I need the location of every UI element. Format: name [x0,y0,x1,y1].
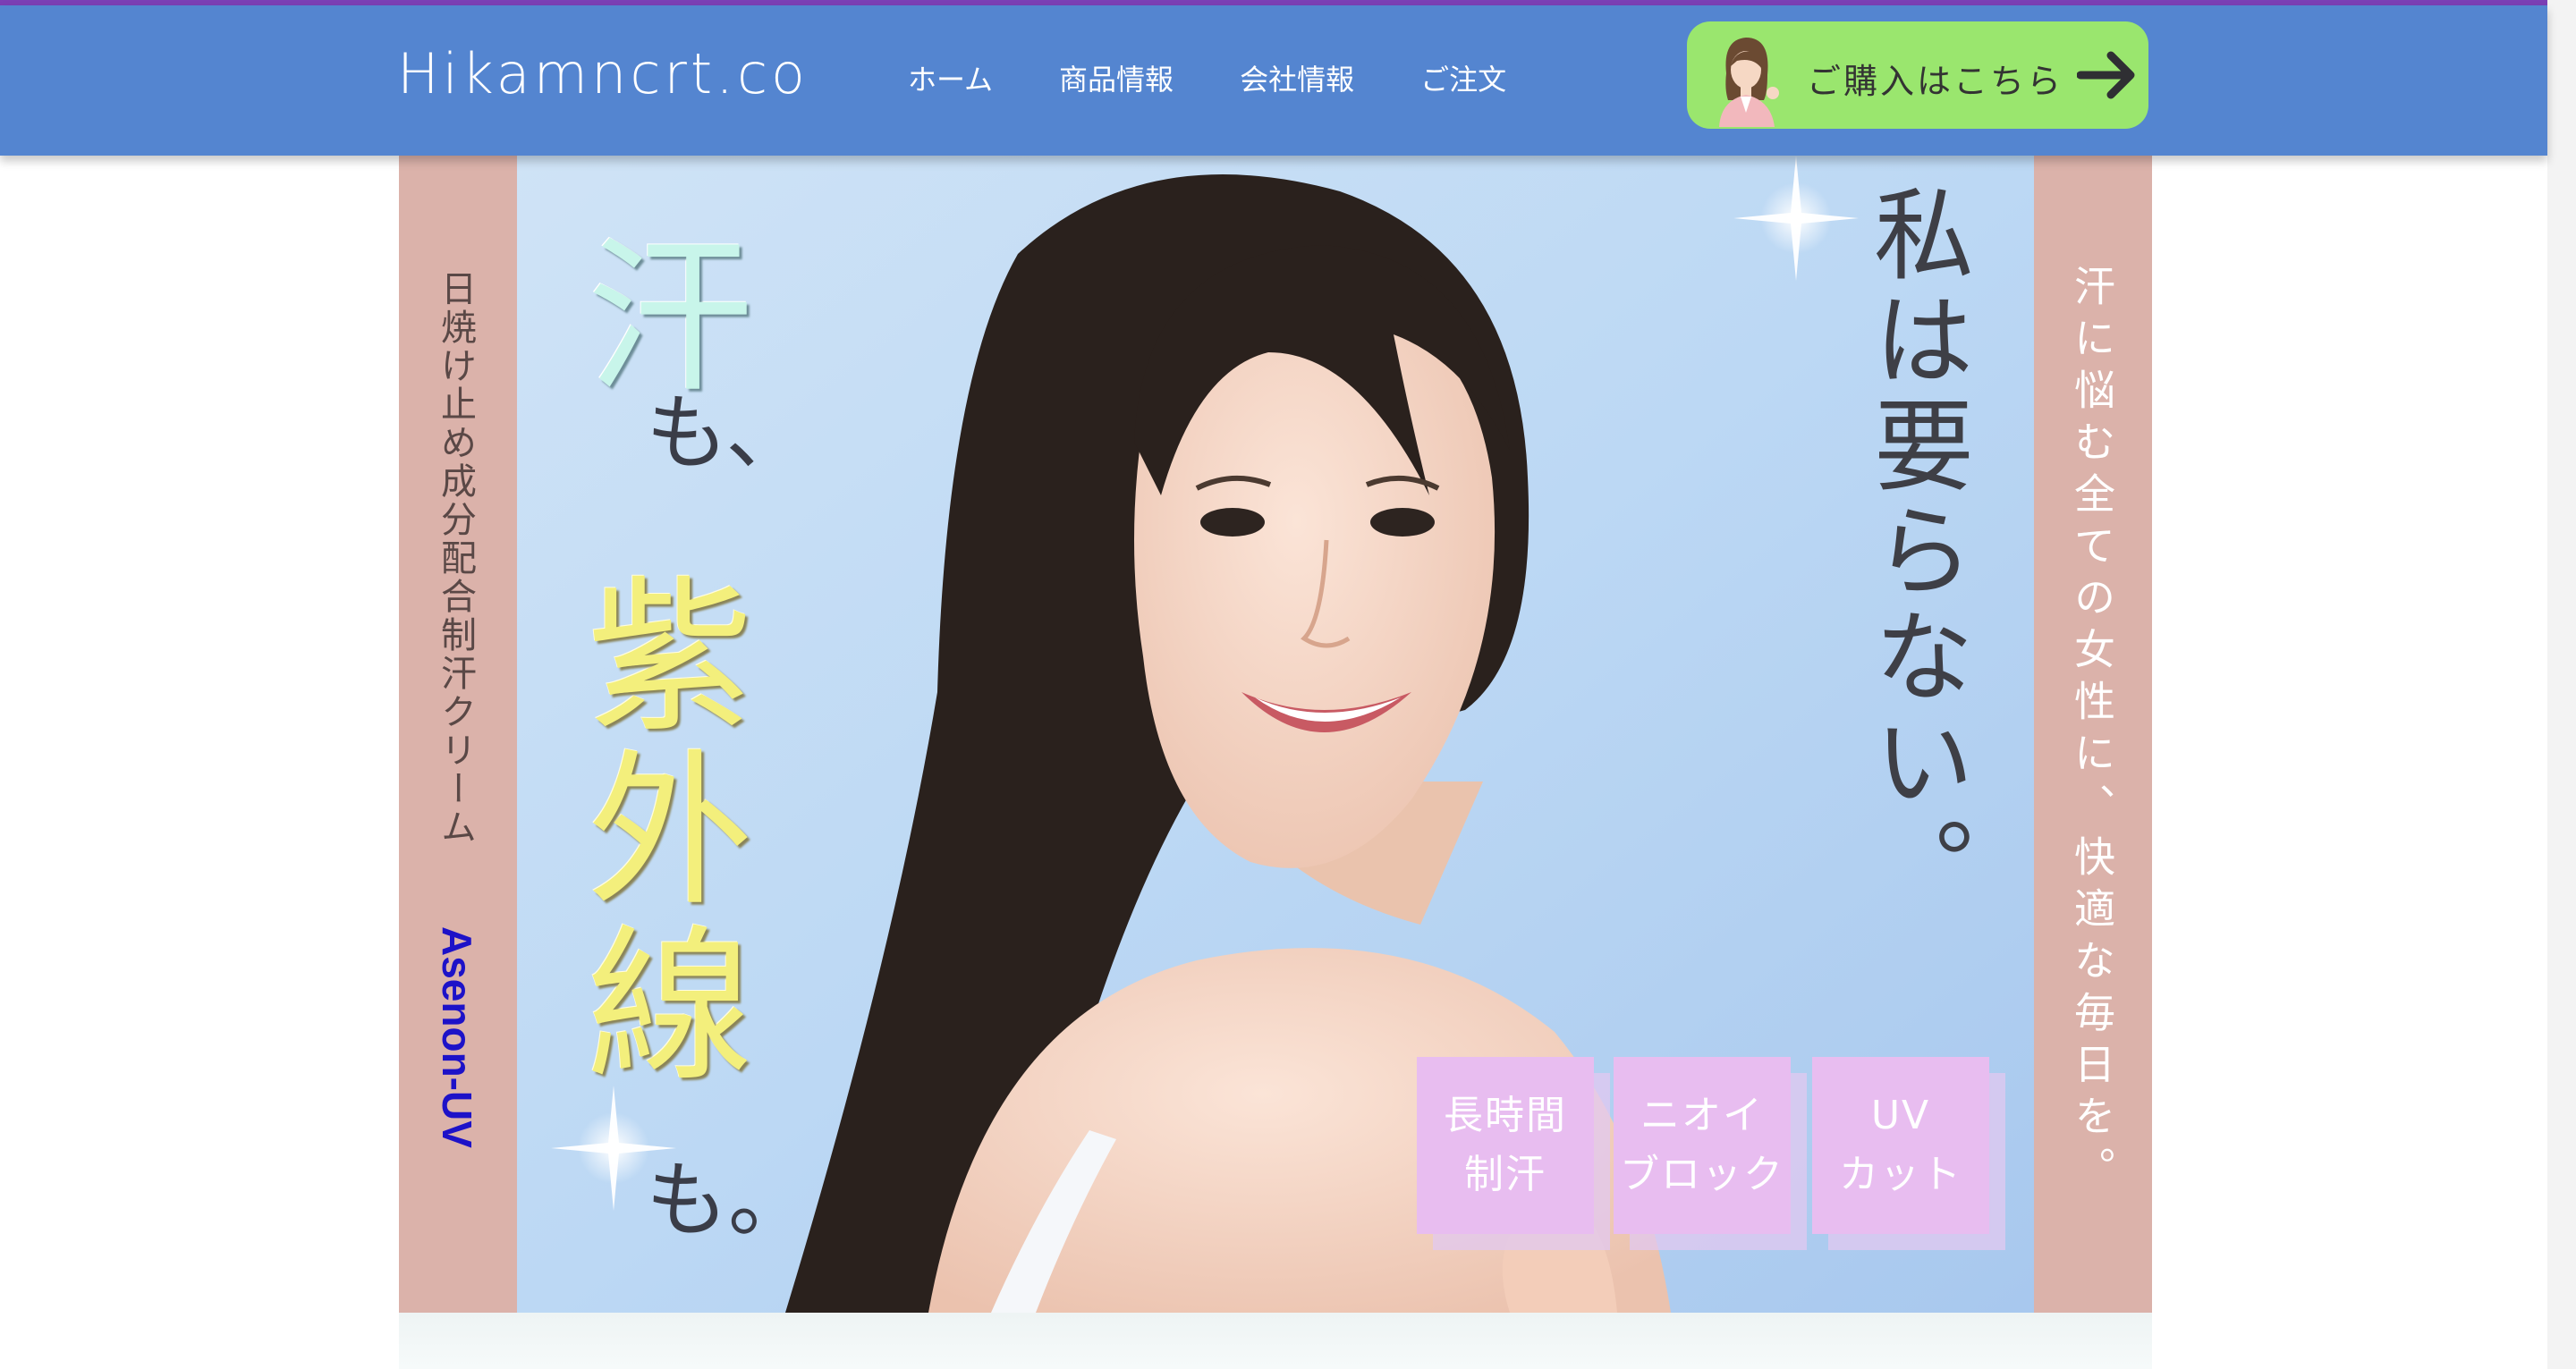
site-logo[interactable]: Hikamncrt.co [397,41,809,106]
brand-name: Asenon-UV [434,926,480,1148]
product-description: 日焼け止め成分配合制汗クリーム [435,270,476,847]
main-nav: ホーム 商品情報 会社情報 ご注文 [908,57,1572,98]
headline-uv-char-3: 線 [587,909,754,1103]
nav-item-order[interactable]: ご注文 [1420,57,1506,98]
tagline: 私は要らない。 [1857,182,1973,921]
hero-banner: 日焼け止め成分配合制汗クリーム Asenon-UV 汗に悩む全ての女性に、快適な… [399,156,2152,1313]
nav-item-home[interactable]: ホーム [908,57,993,98]
feature-label: 長時間 制汗 [1444,1093,1567,1197]
headline-mo-period: も。 [646,1153,811,1248]
next-section-edge [399,1313,2152,1369]
purchase-button-label: ご購入はこちら [1807,62,2064,101]
nav-item-products[interactable]: 商品情報 [1059,57,1174,98]
feature-box-uv-cut: UV カット [1812,1057,1989,1234]
feature-box-long-lasting: 長時間 制汗 [1417,1057,1594,1234]
scrollbar[interactable] [2547,0,2576,1369]
arrow-right-icon [2077,51,2135,99]
feature-box-odor-block: ニオイ ブロック [1614,1057,1791,1234]
nav-item-company[interactable]: 会社情報 [1240,57,1354,98]
woman-avatar-icon [1719,38,1779,127]
right-catchphrase: 汗に悩む全ての女性に、快適な毎日を。 [2068,265,2116,1198]
feature-label: ニオイ ブロック [1620,1093,1784,1197]
feature-label: UV カット [1839,1093,1962,1197]
headline-mo-comma: も、 [646,385,809,481]
purchase-button[interactable]: ご購入はこちら [1687,21,2148,129]
site-header: Hikamncrt.co ホーム 商品情報 会社情報 ご注文 ご購入はこちら [0,5,2547,156]
